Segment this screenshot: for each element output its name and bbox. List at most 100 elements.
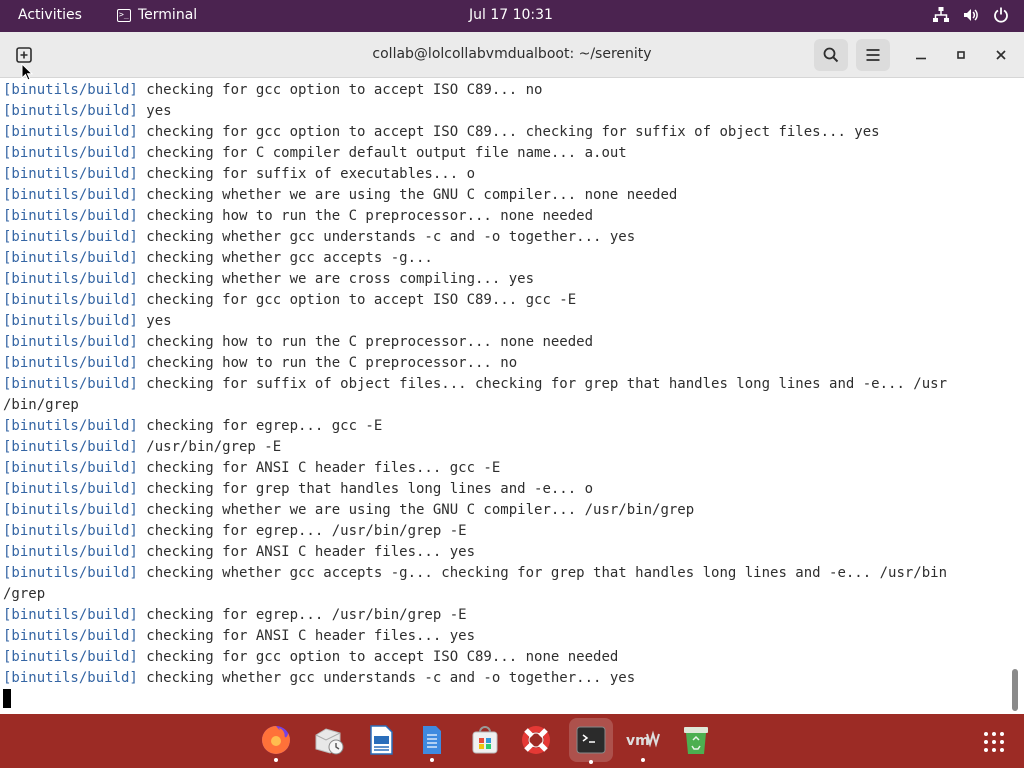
terminal-line: [binutils/build] checking for suffix of … [0, 164, 1010, 185]
line-text: checking for C compiler default output f… [137, 145, 627, 161]
build-tag: [binutils/build] [3, 628, 138, 644]
terminal-output[interactable]: [binutils/build] checking for gcc option… [0, 80, 1010, 714]
libreoffice-writer-icon [370, 725, 393, 755]
terminal-line: [binutils/build] checking for gcc option… [0, 290, 1010, 311]
help-icon [522, 726, 550, 754]
line-text: /usr/bin/grep -E [137, 439, 282, 455]
volume-icon [962, 6, 980, 24]
terminal-line: [binutils/build] checking for gcc option… [0, 122, 1010, 143]
terminal-line: [binutils/build] checking whether we are… [0, 500, 1010, 521]
dock: vm [0, 714, 1024, 768]
menu-button[interactable] [856, 39, 890, 71]
build-tag: [binutils/build] [3, 166, 138, 182]
build-tag: [binutils/build] [3, 313, 138, 329]
terminal-app-icon: >_ [117, 8, 131, 22]
terminal-line: [binutils/build] checking for suffix of … [0, 374, 1010, 395]
dock-item-writer[interactable] [361, 720, 401, 760]
dock-item-help[interactable] [516, 720, 556, 760]
terminal-line: [binutils/build] checking for ANSI C hea… [0, 626, 1010, 647]
terminal-line: [binutils/build] checking how to run the… [0, 353, 1010, 374]
build-tag: [binutils/build] [3, 103, 138, 119]
window-headerbar: collab@lolcollabvmdualboot: ~/serenity [0, 32, 1024, 78]
line-text: yes [137, 103, 172, 119]
system-tray[interactable] [932, 6, 1010, 24]
firefox-icon [262, 726, 290, 754]
line-text: /grep [3, 586, 46, 602]
line-text: checking how to run the C preprocessor..… [137, 208, 594, 224]
terminal-line: [binutils/build] yes [0, 101, 1010, 122]
trash-icon [684, 727, 708, 754]
build-tag: [binutils/build] [3, 670, 138, 686]
dock-item-vmware[interactable]: vm [623, 720, 663, 762]
dock-item-trash[interactable] [676, 720, 716, 760]
dock-item-terminal[interactable] [569, 718, 613, 764]
line-text: checking for gcc option to accept ISO C8… [137, 82, 543, 98]
line-text: checking for suffix of object files... c… [137, 376, 948, 392]
close-button[interactable] [990, 44, 1012, 66]
build-tag: [binutils/build] [3, 460, 138, 476]
show-apps-button[interactable] [982, 730, 1006, 754]
line-text: checking whether we are using the GNU C … [137, 502, 695, 518]
search-button[interactable] [814, 39, 848, 71]
line-text: checking whether gcc accepts -g... [137, 250, 433, 266]
activities-button[interactable]: Activities [18, 7, 82, 23]
line-text: checking for gcc option to accept ISO C8… [137, 649, 619, 665]
line-text: checking how to run the C preprocessor..… [137, 334, 594, 350]
app-menu-label: Terminal [138, 7, 198, 23]
terminal-line: [binutils/build] yes [0, 311, 1010, 332]
minimize-icon [916, 57, 926, 60]
build-tag: [binutils/build] [3, 481, 138, 497]
terminal-line: [binutils/build] checking whether gcc un… [0, 227, 1010, 248]
build-tag: [binutils/build] [3, 418, 138, 434]
build-tag: [binutils/build] [3, 523, 138, 539]
terminal-line: [binutils/build] checking for C compiler… [0, 143, 1010, 164]
terminal-line: /bin/grep [0, 395, 1010, 416]
minimize-button[interactable] [910, 44, 932, 66]
terminal-scrollbar[interactable] [1012, 669, 1018, 711]
maximize-icon [957, 51, 965, 59]
dock-item-files[interactable] [412, 720, 452, 762]
app-menu[interactable]: >_ Terminal [117, 7, 197, 23]
text-cursor [3, 689, 11, 708]
dock-item-evolution[interactable] [309, 720, 349, 760]
line-text: /bin/grep [3, 397, 79, 413]
build-tag: [binutils/build] [3, 649, 138, 665]
terminal-line: [binutils/build] checking whether gcc ac… [0, 563, 1010, 584]
line-text: checking for ANSI C header files... yes [137, 628, 476, 644]
svg-text:vm: vm [626, 733, 650, 749]
terminal-line: [binutils/build] checking for gcc option… [0, 647, 1010, 668]
top-bar: Activities >_ Terminal Jul 17 10:31 [0, 0, 1024, 32]
line-text: checking for egrep... /usr/bin/grep -E [137, 607, 467, 623]
terminal-line: [binutils/build] checking for gcc option… [0, 80, 1010, 101]
line-text: checking for ANSI C header files... gcc … [137, 460, 501, 476]
build-tag: [binutils/build] [3, 187, 138, 203]
terminal-line: [binutils/build] checking for ANSI C hea… [0, 458, 1010, 479]
dock-item-software[interactable] [465, 720, 505, 760]
clock[interactable]: Jul 17 10:31 [469, 7, 553, 23]
terminal-line: [binutils/build] checking how to run the… [0, 206, 1010, 227]
search-icon [823, 47, 839, 63]
terminal-line: /grep [0, 584, 1010, 605]
terminal-line: [binutils/build] checking for ANSI C hea… [0, 542, 1010, 563]
mouse-pointer-icon [21, 62, 34, 85]
line-text: yes [137, 313, 172, 329]
terminal-line: [binutils/build] checking whether we are… [0, 185, 1010, 206]
maximize-button[interactable] [950, 44, 972, 66]
terminal-line: [binutils/build] checking how to run the… [0, 332, 1010, 353]
build-tag: [binutils/build] [3, 355, 138, 371]
build-tag: [binutils/build] [3, 502, 138, 518]
terminal-line: [binutils/build] checking for egrep... g… [0, 416, 1010, 437]
hamburger-icon [866, 49, 880, 61]
build-tag: [binutils/build] [3, 376, 138, 392]
close-icon [996, 50, 1006, 60]
build-tag: [binutils/build] [3, 544, 138, 560]
prompt-line[interactable] [0, 689, 1010, 710]
files-icon [423, 726, 441, 754]
line-text: checking for ANSI C header files... yes [137, 544, 476, 560]
build-tag: [binutils/build] [3, 124, 138, 140]
line-text: checking whether gcc understands -c and … [137, 670, 636, 686]
dock-item-firefox[interactable] [256, 720, 296, 762]
terminal-line: [binutils/build] checking for egrep... /… [0, 605, 1010, 626]
line-text: checking whether gcc accepts -g... check… [137, 565, 948, 581]
line-text: checking for gcc option to accept ISO C8… [137, 124, 880, 140]
